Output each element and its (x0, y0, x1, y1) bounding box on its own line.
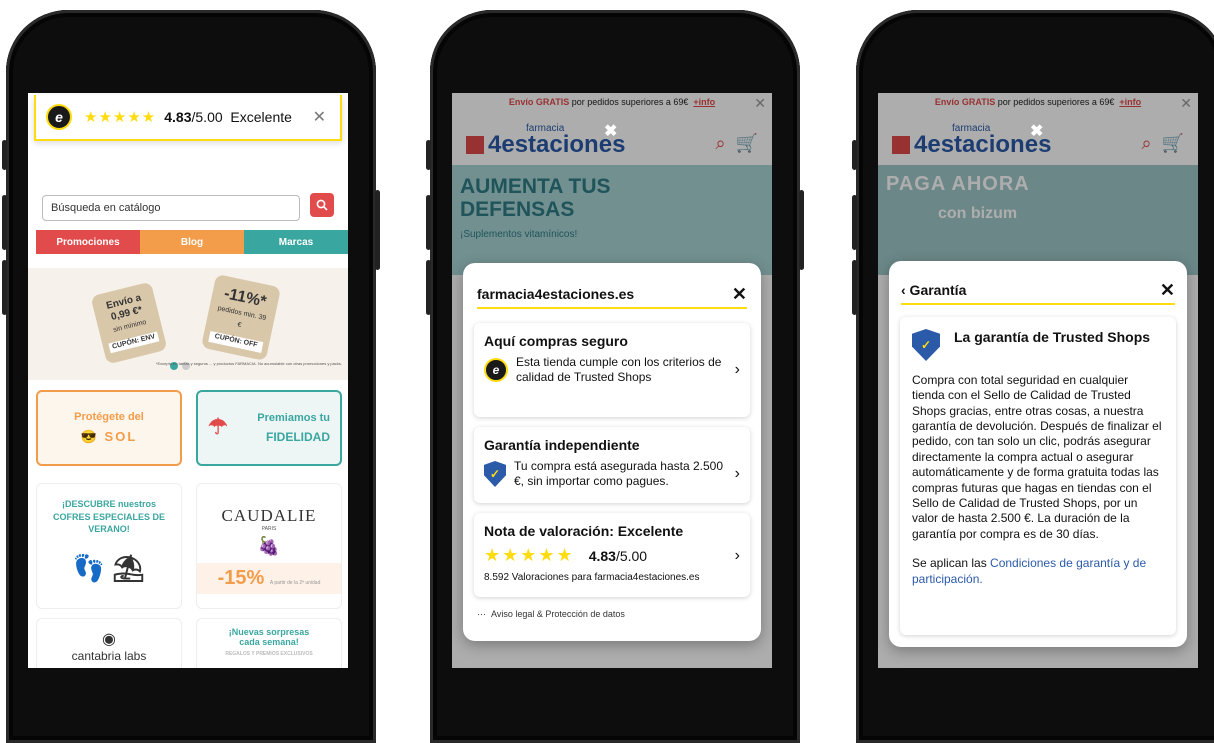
rating-score: 4.83/5.00 Excelente (164, 109, 292, 125)
screen-shop-home: e ★★★★★ 4.83/5.00 Excelente ✕ Búsqueda e… (28, 93, 348, 668)
sun-glasses-icon: 😎 (80, 429, 105, 444)
trust-panel-modal: farmacia4estaciones.es ✕ Aquí compras se… (463, 263, 761, 641)
close-icon[interactable]: ✕ (1160, 280, 1175, 301)
chevron-right-icon: › (734, 465, 740, 482)
guarantee-title: La garantía de Trusted Shops (954, 329, 1151, 345)
trusted-shops-logo-icon: e (46, 104, 72, 130)
guarantee-footer: Se aplican las Condiciones de garantía y… (912, 555, 1147, 586)
tab-promociones[interactable]: Promociones (36, 230, 140, 254)
phone-frame-1: e ★★★★★ 4.83/5.00 Excelente ✕ Búsqueda e… (2, 10, 380, 743)
trusted-shops-logo-icon: e (484, 358, 508, 382)
promo-loyalty-card[interactable]: ☂ Premiamos tu FIDELIDAD (196, 390, 342, 466)
rating-stars: ★★★★★ (484, 545, 575, 565)
secure-shopping-card[interactable]: Aquí compras seguro e Esta tienda cumple… (474, 323, 750, 417)
umbrella-icon: ☂ (208, 414, 228, 439)
promo-sun-card[interactable]: Protégete del 😎 SOL (36, 390, 182, 466)
promo-surprise-card[interactable]: ¡Nuevas sorpresas cada semana! REGALOS Y… (196, 618, 342, 668)
guarantee-card[interactable]: Garantía independiente ✓ Tu compra está … (474, 427, 750, 503)
chevron-right-icon: › (734, 361, 740, 378)
overlay-close-icon[interactable]: ✖ (604, 121, 617, 141)
discount-tag: -11%* pedidos min. 39 € CUPÓN: OFF (200, 273, 282, 362)
grape-icon: 🍇 (257, 536, 281, 556)
rating-score: 4.83/5.00 (588, 547, 648, 564)
cantabria-logo-icon: ◉ (102, 631, 116, 648)
rating-card[interactable]: Nota de valoración: Excelente ★★★★★ 4.83… (474, 513, 750, 597)
trustbadge-bar[interactable]: e ★★★★★ 4.83/5.00 Excelente ✕ (34, 95, 342, 141)
shipping-tag: Envío a 0,99 €* sin mínimo CUPÓN: ENV (90, 281, 168, 365)
modal-header: ‹ Garantía ✕ (901, 277, 1175, 305)
search-icon (316, 199, 328, 211)
legal-link[interactable]: ··· Aviso legal & Protección de datos (477, 609, 625, 619)
back-button[interactable]: ‹ Garantía (901, 282, 966, 298)
guarantee-body: Compra con total seguridad en cualquier … (912, 373, 1162, 541)
shield-check-icon: ✓ (484, 461, 506, 487)
phone-frame-3: Envío GRATIS por pedidos superiores a 69… (852, 10, 1214, 743)
search-input[interactable]: Búsqueda en catálogo (42, 195, 300, 221)
rating-stars: ★★★★★ (84, 109, 157, 126)
promo-caudalie-card[interactable]: CAUDALIE PARIS 🍇 -15% A partir de la 2ª … (196, 483, 342, 609)
tab-marcas[interactable]: Marcas (244, 230, 348, 254)
guarantee-content: ✓ La garantía de Trusted Shops Compra co… (900, 317, 1176, 635)
phone-frame-2: Envío GRATIS por pedidos superiores a 69… (426, 10, 804, 743)
review-count: 8.592 Valoraciones para farmacia4estacio… (484, 572, 700, 583)
main-nav: Promociones Blog Marcas (36, 230, 348, 254)
shop-domain: farmacia4estaciones.es (477, 286, 635, 302)
promo-banner[interactable]: Envío a 0,99 €* sin mínimo CUPÓN: ENV -11… (28, 268, 348, 380)
banner-disclaimer: *Excepto en tarifas y seguros ... y prod… (155, 361, 342, 366)
promo-cantabria-card[interactable]: ◉ cantabria labs (36, 618, 182, 668)
screen-guarantee-detail: Envío GRATIS por pedidos superiores a 69… (878, 93, 1198, 668)
screen-trust-panel: Envío GRATIS por pedidos superiores a 69… (452, 93, 772, 668)
modal-header: farmacia4estaciones.es ✕ (477, 281, 747, 309)
tab-blog[interactable]: Blog (140, 230, 244, 254)
guarantee-modal: ‹ Garantía ✕ ✓ La garantía de Trusted Sh… (889, 261, 1187, 647)
shield-check-icon: ✓ (912, 329, 940, 361)
close-icon[interactable]: ✕ (732, 284, 747, 305)
overlay-close-icon[interactable]: ✖ (1030, 121, 1043, 141)
flip-flops-icon: 👣 ⛱ (72, 552, 146, 583)
more-icon: ··· (477, 609, 486, 619)
chevron-right-icon: › (734, 546, 740, 564)
close-icon[interactable]: ✕ (313, 107, 326, 127)
search-button[interactable] (310, 193, 334, 217)
promo-summer-box-card[interactable]: ¡DESCUBRE nuestros COFRES ESPECIALES DE … (36, 483, 182, 609)
